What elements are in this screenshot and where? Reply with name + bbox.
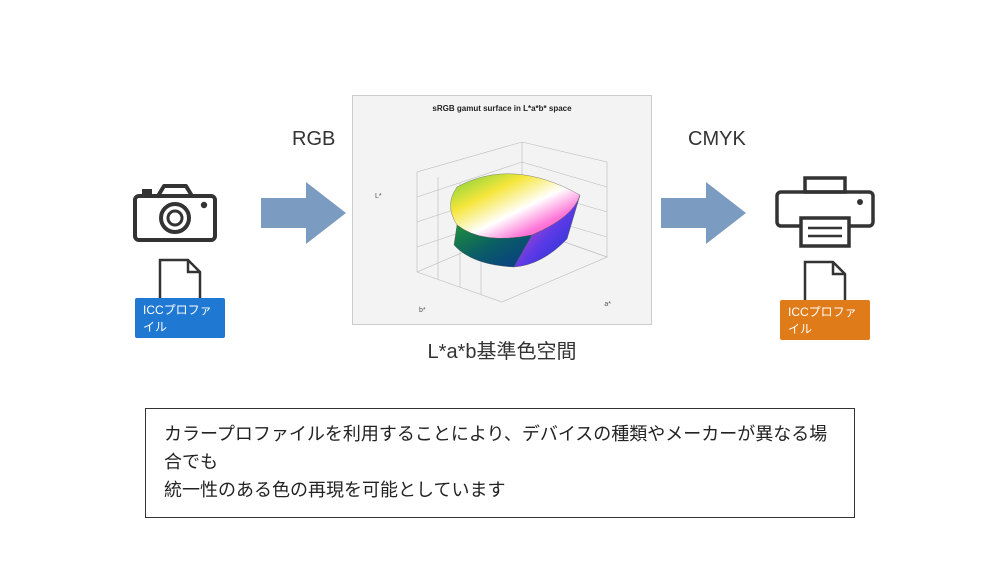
- printer-profile-file: ICCプロファイル: [780, 260, 870, 340]
- arrow-right-icon: [656, 180, 751, 246]
- lab-plot-frame: sRGB gamut surface in L*a*b* space: [352, 95, 652, 325]
- axis-label-b: b*: [419, 307, 426, 314]
- arrow-right-icon: [256, 180, 351, 246]
- axis-label-a: a*: [604, 301, 611, 308]
- camera-profile-file: ICCプロファイル: [135, 258, 225, 338]
- arrow-label-rgb: RGB: [292, 128, 335, 151]
- axis-label-L: L*: [375, 193, 382, 200]
- icc-tag-camera: ICCプロファイル: [135, 298, 225, 338]
- icc-tag-printer: ICCプロファイル: [780, 300, 870, 340]
- printer-icon: [775, 174, 875, 250]
- diagram-stage: RGB CMYK ICCプロファイル sRGB gamut surface in…: [0, 0, 1000, 564]
- camera-icon: [130, 180, 220, 244]
- lab-gamut-3d: L* b* a*: [359, 115, 645, 318]
- description-box: カラープロファイルを利用することにより、デバイスの種類やメーカーが異なる場合でも…: [145, 408, 855, 518]
- center-caption: L*a*b基準色空間: [352, 335, 652, 364]
- camera-block: [130, 180, 220, 249]
- description-line2: 統一性のある色の再現を可能としています: [164, 477, 836, 505]
- plot-title: sRGB gamut surface in L*a*b* space: [432, 104, 571, 113]
- arrow-label-cmyk: CMYK: [688, 128, 746, 151]
- arrow-cmyk: [656, 180, 751, 251]
- printer-block: [775, 174, 875, 255]
- arrow-rgb: [256, 180, 351, 251]
- description-line1: カラープロファイルを利用することにより、デバイスの種類やメーカーが異なる場合でも: [164, 421, 836, 477]
